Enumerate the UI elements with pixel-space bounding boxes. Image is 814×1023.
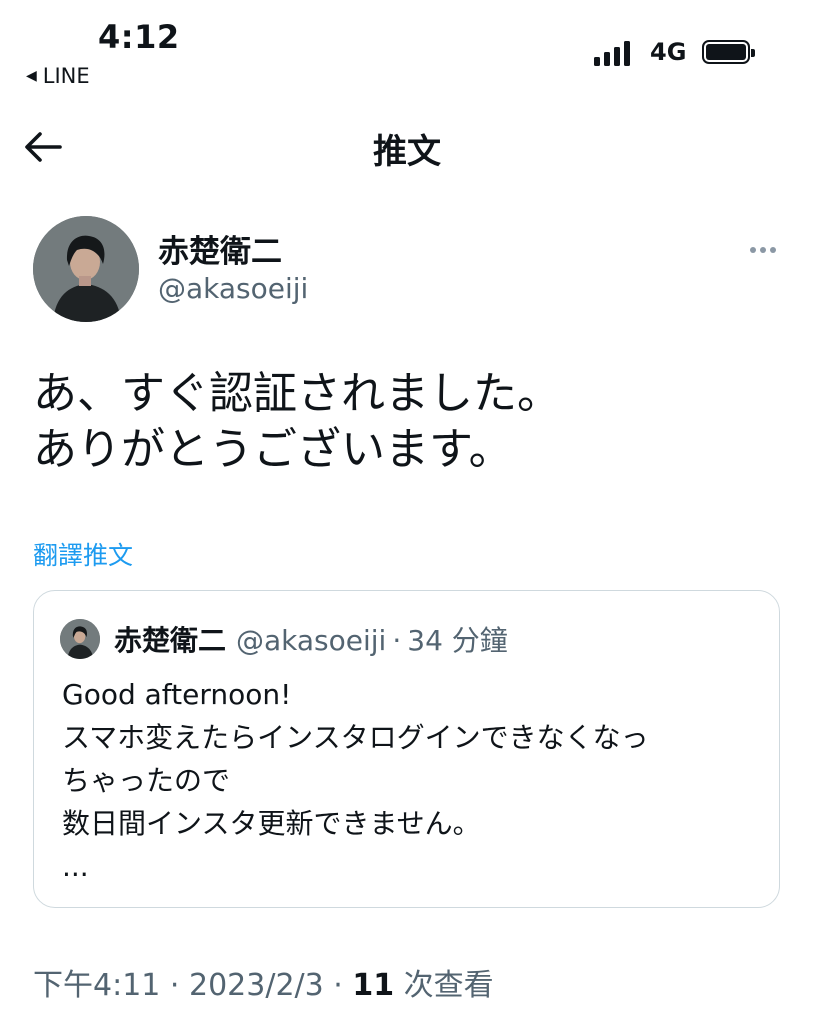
quoted-author-avatar	[60, 619, 100, 659]
network-type: 4G	[650, 38, 687, 66]
author-name[interactable]: 赤楚衛二	[158, 226, 282, 271]
status-time: 4:12	[98, 18, 180, 56]
tweet-text-line: あ、すぐ認証されました。	[33, 368, 561, 419]
meta-separator: ·	[392, 624, 402, 657]
back-triangle-icon: ◀	[26, 68, 37, 84]
quoted-text-ellipsis: ...	[62, 850, 89, 883]
views-count[interactable]: 11	[352, 968, 394, 1003]
quoted-text-line: 数日間インスタ更新できません。	[62, 807, 481, 840]
tweet-text: あ、すぐ認証されました。 ありがとうございます。	[33, 366, 561, 478]
tweet-metadata: 下午4:11 · 2023/2/3 · 11 次查看	[33, 960, 494, 1004]
quoted-tweet-age: 34 分鐘	[407, 624, 508, 657]
quoted-tweet-text: Good afternoon! スマホ変えたらインスタログインできなくなっ ちゃ…	[62, 673, 649, 888]
quoted-tweet-header: 赤楚衛二 @akasoeiji · 34 分鐘	[114, 619, 508, 659]
translate-tweet-link[interactable]: 翻譯推文	[33, 536, 133, 572]
views-label[interactable]: 次查看	[404, 968, 494, 1003]
back-app-label: LINE	[42, 64, 90, 88]
avatar-photo	[60, 619, 100, 659]
battery-icon	[702, 40, 755, 64]
signal-strength-icon	[594, 40, 630, 66]
quoted-author-name: 赤楚衛二	[114, 624, 227, 657]
more-options-icon[interactable]	[746, 236, 780, 264]
quoted-text-line: スマホ変えたらインスタログインできなくなっ	[62, 721, 649, 754]
quoted-text-line: Good afternoon!	[62, 678, 292, 711]
quoted-text-line: ちゃったので	[62, 764, 231, 797]
tweet-time: 下午4:11	[33, 968, 161, 1003]
quoted-tweet-card[interactable]: 赤楚衛二 @akasoeiji · 34 分鐘 Good afternoon! …	[33, 590, 780, 908]
author-handle[interactable]: @akasoeiji	[158, 272, 308, 305]
page-title: 推文	[373, 132, 441, 172]
tweet-text-line: ありがとうございます。	[33, 424, 513, 475]
quoted-author-handle: @akasoeiji	[236, 624, 387, 657]
tweet-date: 2023/2/3	[189, 968, 324, 1003]
meta-separator: ·	[333, 968, 353, 1003]
avatar-photo	[33, 216, 139, 322]
author-avatar[interactable]	[33, 216, 139, 322]
meta-separator: ·	[169, 968, 189, 1003]
back-to-app-button[interactable]: ◀ LINE	[26, 64, 90, 88]
